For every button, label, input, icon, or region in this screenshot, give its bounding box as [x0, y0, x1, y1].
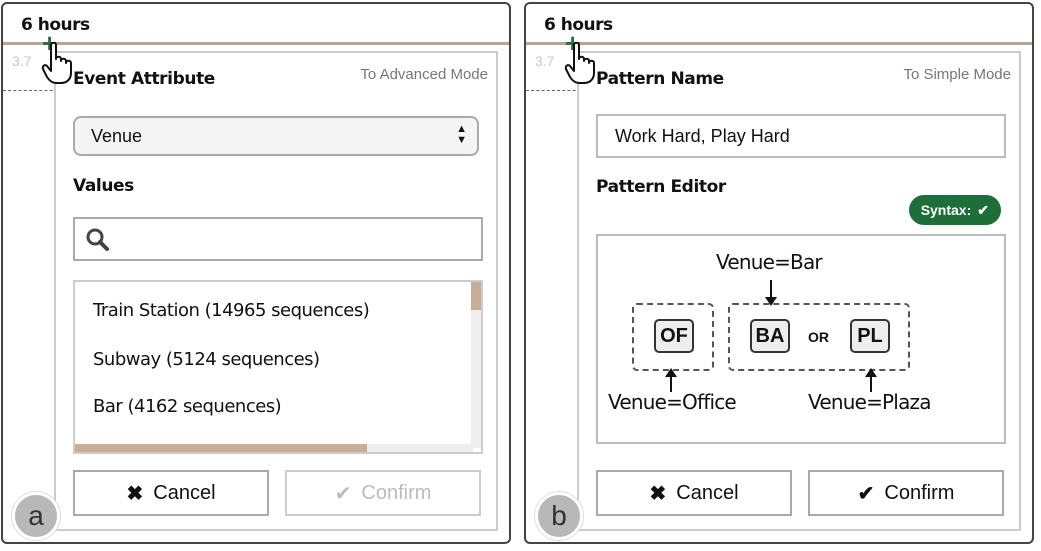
pointer-hand-icon: [564, 41, 595, 84]
confirm-button-label: Confirm: [361, 481, 432, 504]
close-icon: ✖: [649, 482, 667, 505]
or-operator: OR: [808, 329, 829, 345]
panel-badge: b: [535, 492, 583, 540]
arrow-down-icon: [765, 280, 777, 306]
cancel-button-label: Cancel: [676, 481, 739, 504]
select-arrows-icon: ▲ ▼: [456, 123, 467, 146]
simple-mode-link[interactable]: To Simple Mode: [903, 66, 1011, 83]
panel-a: 6 hours 3.7 + To Advanced Mode Event Att…: [1, 2, 511, 544]
vertical-scroll-thumb[interactable]: [471, 282, 481, 310]
syntax-status-badge: Syntax: ✔: [908, 195, 1001, 225]
check-icon: ✔: [977, 201, 989, 218]
token-bar[interactable]: BA: [750, 319, 790, 353]
search-input[interactable]: [73, 217, 483, 261]
arrow-up-icon: [665, 368, 677, 392]
confirm-button-label: Confirm: [884, 481, 955, 504]
attribute-select-value: Venue: [91, 126, 143, 146]
values-list[interactable]: Train Station (14965 sequences) Subway (…: [73, 280, 483, 454]
check-icon: ✔: [334, 482, 352, 505]
cancel-button[interactable]: ✖ Cancel: [596, 470, 792, 516]
advanced-mode-link[interactable]: To Advanced Mode: [360, 66, 488, 83]
panel-b: 6 hours 3.7 + To Simple Mode Pattern Nam…: [524, 2, 1034, 544]
simple-mode-dialog: To Advanced Mode Event Attribute Venue ▲…: [54, 51, 498, 531]
annotation-bar: Venue=Bar: [716, 250, 823, 274]
cancel-button[interactable]: ✖ Cancel: [73, 470, 269, 516]
annotation-plaza: Venue=Plaza: [808, 390, 931, 414]
pattern-name-heading: Pattern Name: [596, 69, 724, 89]
axis-value: 3.7: [12, 53, 32, 69]
token-office[interactable]: OF: [654, 319, 694, 353]
horizontal-scrollbar[interactable]: [75, 444, 473, 452]
pattern-editor[interactable]: Venue=Bar OF BA OR PL Venue=Office Venue…: [596, 234, 1006, 444]
list-item[interactable]: Subway (5124 sequences): [93, 349, 320, 370]
token-plaza[interactable]: PL: [850, 319, 890, 353]
list-item[interactable]: Bar (4162 sequences): [93, 396, 282, 417]
panel-badge: a: [12, 492, 60, 540]
arrow-up-icon: [865, 368, 877, 392]
close-icon: ✖: [126, 482, 144, 505]
search-icon: [86, 228, 109, 251]
pointer-hand-icon: [41, 41, 72, 84]
syntax-label: Syntax:: [920, 202, 972, 218]
list-item[interactable]: Train Station (14965 sequences): [93, 300, 370, 321]
confirm-button[interactable]: ✔ Confirm: [285, 470, 481, 516]
horizontal-scroll-thumb[interactable]: [75, 444, 367, 452]
advanced-mode-dialog: To Simple Mode Pattern Name Work Hard, P…: [577, 51, 1021, 531]
attribute-select[interactable]: Venue ▲ ▼: [73, 116, 479, 156]
timeline-bar[interactable]: [3, 42, 509, 45]
axis-value: 3.7: [535, 53, 555, 69]
check-icon: ✔: [857, 482, 875, 505]
confirm-button[interactable]: ✔ Confirm: [808, 470, 1004, 516]
cancel-button-label: Cancel: [153, 481, 216, 504]
pattern-name-input[interactable]: Work Hard, Play Hard: [596, 114, 1006, 158]
vertical-scrollbar[interactable]: [471, 282, 481, 448]
timeline-bar[interactable]: [526, 42, 1032, 45]
pattern-editor-heading: Pattern Editor: [596, 177, 726, 197]
values-heading: Values: [73, 176, 134, 196]
annotation-office: Venue=Office: [608, 390, 737, 414]
event-attribute-heading: Event Attribute: [73, 69, 215, 89]
